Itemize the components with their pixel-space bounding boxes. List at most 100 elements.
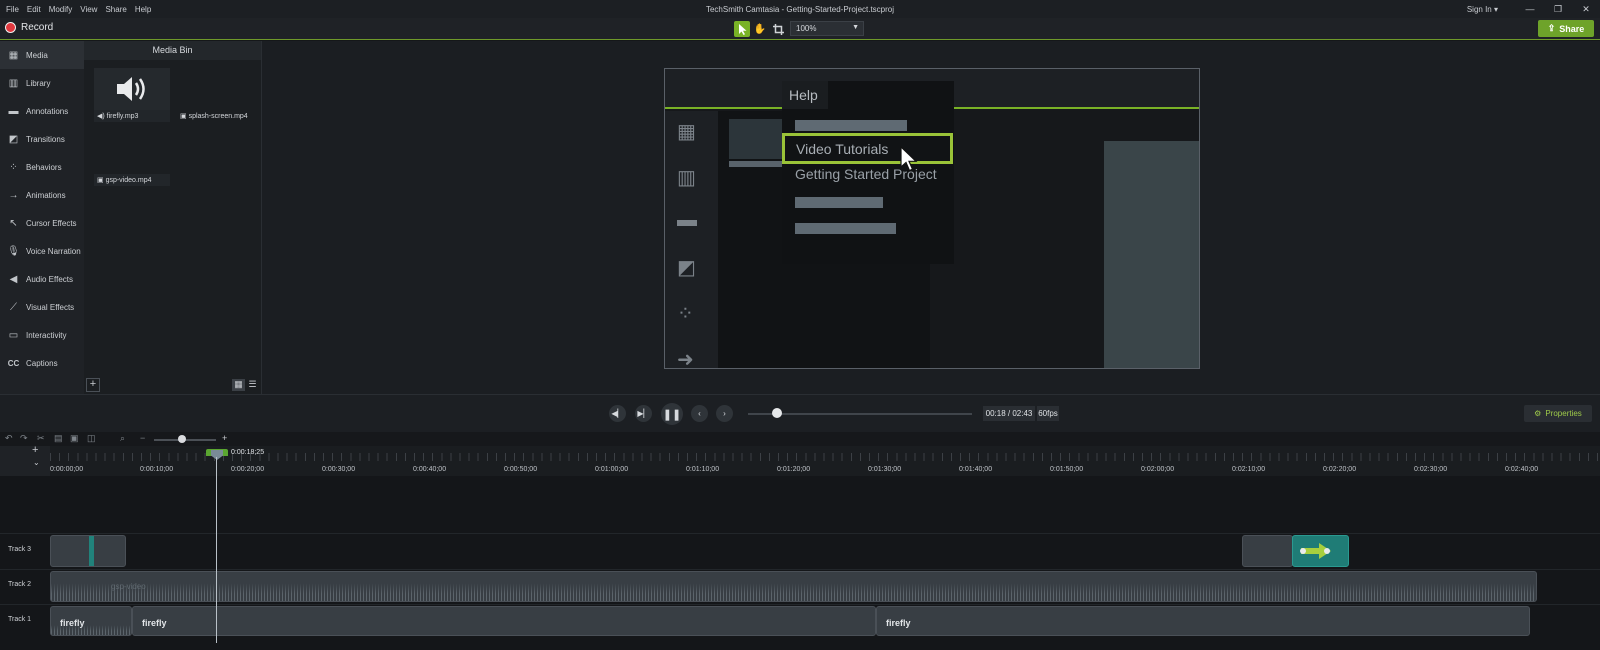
behaviors-icon: ⁘ — [9, 161, 18, 173]
speaker-icon — [117, 77, 145, 101]
add-track-icon[interactable]: + — [32, 444, 38, 456]
sidebar-item-cursor-effects[interactable]: ↖ Cursor Effects — [0, 209, 84, 237]
sidebar-item-label: Animations — [26, 190, 66, 200]
select-tool-icon[interactable] — [734, 21, 750, 37]
grid-view-icon[interactable]: ▦ — [232, 379, 245, 391]
close-icon[interactable]: ✕ — [1572, 4, 1600, 15]
media-item[interactable]: ▣ gsp-video.mp4 — [94, 132, 170, 186]
sidebar-item-annotations[interactable]: ▬ Annotations — [0, 97, 84, 125]
canvas-properties-panel — [1104, 141, 1199, 368]
paste-icon[interactable]: ▣ — [70, 433, 79, 444]
sidebar-item-interactivity[interactable]: ▭ Interactivity — [0, 321, 84, 349]
audio-clip[interactable]: firefly — [132, 606, 876, 636]
ruler-label: 0:00:00;00 — [50, 466, 84, 473]
film-icon: ▦ — [677, 121, 696, 143]
step-forward-icon[interactable]: ▶▏ — [635, 405, 652, 422]
arrow-icon — [1300, 543, 1331, 559]
copy-icon[interactable]: ▤ — [54, 433, 63, 444]
playback-controls: ◀▏ ▶▏ ❚❚ ‹ › 00:18 / 02:43 60fps ⚙ Prope… — [0, 394, 1600, 432]
sidebar-item-transitions[interactable]: ◩ Transitions — [0, 125, 84, 153]
menu-help[interactable]: Help — [135, 5, 151, 14]
media-item-label: ▣ splash-screen.mp4 — [180, 113, 248, 120]
minimize-icon[interactable]: — — [1516, 4, 1544, 14]
media-item-label: ▣ gsp-video.mp4 — [94, 174, 170, 186]
timeline-clip[interactable] — [50, 535, 126, 567]
preview-canvas[interactable]: ▦ ▥ ▬ ◩ ⁘ ➜ Help Video Tutorials Getting… — [664, 68, 1200, 369]
undo-icon[interactable]: ↶ — [5, 433, 13, 444]
media-bin-title: Media Bin — [84, 41, 261, 60]
zoom-value: 100% — [796, 24, 817, 33]
fps-display: 60fps — [1037, 406, 1059, 421]
sidebar-item-label: Visual Effects — [26, 302, 75, 312]
pause-icon[interactable]: ❚❚ — [661, 403, 683, 425]
sidebar-item-animations[interactable]: → Animations — [0, 181, 84, 209]
chevron-down-icon[interactable]: ⌄ — [33, 458, 40, 467]
audio-clip[interactable]: firefly — [876, 606, 1530, 636]
pan-tool-icon[interactable]: ✋ — [752, 21, 768, 37]
sidebar-item-media[interactable]: ▦ Media — [0, 41, 84, 69]
next-icon[interactable]: › — [716, 405, 733, 422]
zoom-in-icon[interactable]: + — [222, 433, 227, 443]
record-button[interactable]: Record — [5, 22, 53, 33]
step-back-icon[interactable]: ◀▏ — [609, 405, 626, 422]
video-clip[interactable]: gsp-video — [50, 571, 1537, 602]
sidebar-item-label: Transitions — [26, 134, 65, 144]
zoom-out-icon[interactable]: − — [140, 433, 145, 443]
menu-edit[interactable]: Edit — [27, 5, 41, 14]
previous-icon[interactable]: ‹ — [691, 405, 708, 422]
behavior-clip[interactable] — [1292, 535, 1349, 567]
menu-item-video-tutorials[interactable]: Video Tutorials — [782, 133, 953, 164]
canvas-sidebar: ▦ ▥ ▬ ◩ ⁘ ➜ — [665, 111, 718, 368]
ruler-label: 0:01:10;00 — [686, 466, 720, 473]
zoom-select[interactable]: 100% ▼ — [790, 21, 864, 36]
add-media-button[interactable]: + — [86, 378, 100, 392]
sidebar-item-behaviors[interactable]: ⁘ Behaviors — [0, 153, 84, 181]
ruler-label: 0:01:00;00 — [595, 466, 629, 473]
menu-file[interactable]: File — [6, 5, 19, 14]
animation-icon: → — [8, 189, 19, 201]
track-1-label: Track 1 — [8, 616, 32, 623]
sidebar-item-captions[interactable]: CC Captions — [0, 349, 84, 377]
media-item[interactable]: ▣ splash-screen.mp4 — [177, 68, 253, 122]
audio-clip[interactable]: firefly — [50, 606, 132, 636]
annotation-icon: ▬ — [677, 209, 697, 231]
timeline-clip[interactable] — [1242, 535, 1293, 567]
interactivity-icon: ▭ — [8, 329, 19, 341]
ruler-label: 0:00:30;00 — [322, 466, 356, 473]
media-thumbnail — [94, 132, 170, 174]
media-item[interactable]: ◀) firefly.mp3 — [94, 68, 170, 122]
timeline-zoom-handle[interactable] — [178, 435, 186, 443]
cut-icon[interactable]: ✂ — [37, 433, 45, 444]
properties-label: Properties — [1545, 409, 1582, 418]
transition-icon: ◩ — [677, 257, 696, 279]
scrubber-handle[interactable] — [772, 408, 782, 418]
track-3-row[interactable] — [0, 533, 1600, 569]
sidebar-item-label: Audio Effects — [26, 274, 73, 284]
mouse-cursor-icon — [900, 146, 918, 172]
ruler-label: 0:01:40;00 — [959, 466, 993, 473]
sidebar-item-visual-effects[interactable]: ⟋ Visual Effects — [0, 293, 84, 321]
redo-icon[interactable]: ↷ — [20, 433, 28, 444]
properties-button[interactable]: ⚙ Properties — [1524, 405, 1592, 422]
search-icon[interactable]: ⌕ — [120, 433, 125, 444]
sidebar-item-voice-narration[interactable]: 🎙 Voice Narration — [0, 237, 84, 265]
playhead-line[interactable] — [216, 457, 217, 643]
sidebar-item-audio-effects[interactable]: ◀ Audio Effects — [0, 265, 84, 293]
menu-share[interactable]: Share — [105, 5, 126, 14]
ruler-label: 0:00:10;00 — [140, 466, 174, 473]
sidebar-item-label: Annotations — [26, 106, 69, 116]
share-button[interactable]: ⇪ Share — [1538, 20, 1594, 37]
crop-tool-icon[interactable] — [770, 21, 786, 37]
gear-icon: ⚙ — [1534, 409, 1542, 418]
media-item-label: ◀) firefly.mp3 — [94, 110, 170, 122]
ruler-label: 0:02:30;00 — [1414, 466, 1448, 473]
menu-modify[interactable]: Modify — [49, 5, 73, 14]
sidebar-item-library[interactable]: ▥ Library — [0, 69, 84, 97]
wand-icon: ⟋ — [10, 301, 17, 313]
title-bar: File Edit Modify View Share Help TechSmi… — [0, 0, 1600, 18]
split-icon[interactable]: ◫ — [87, 433, 96, 444]
sign-in-button[interactable]: Sign In ▾ — [1467, 5, 1498, 14]
menu-view[interactable]: View — [80, 5, 97, 14]
restore-icon[interactable]: ❐ — [1544, 4, 1572, 15]
list-view-icon[interactable]: ☰ — [246, 379, 259, 391]
